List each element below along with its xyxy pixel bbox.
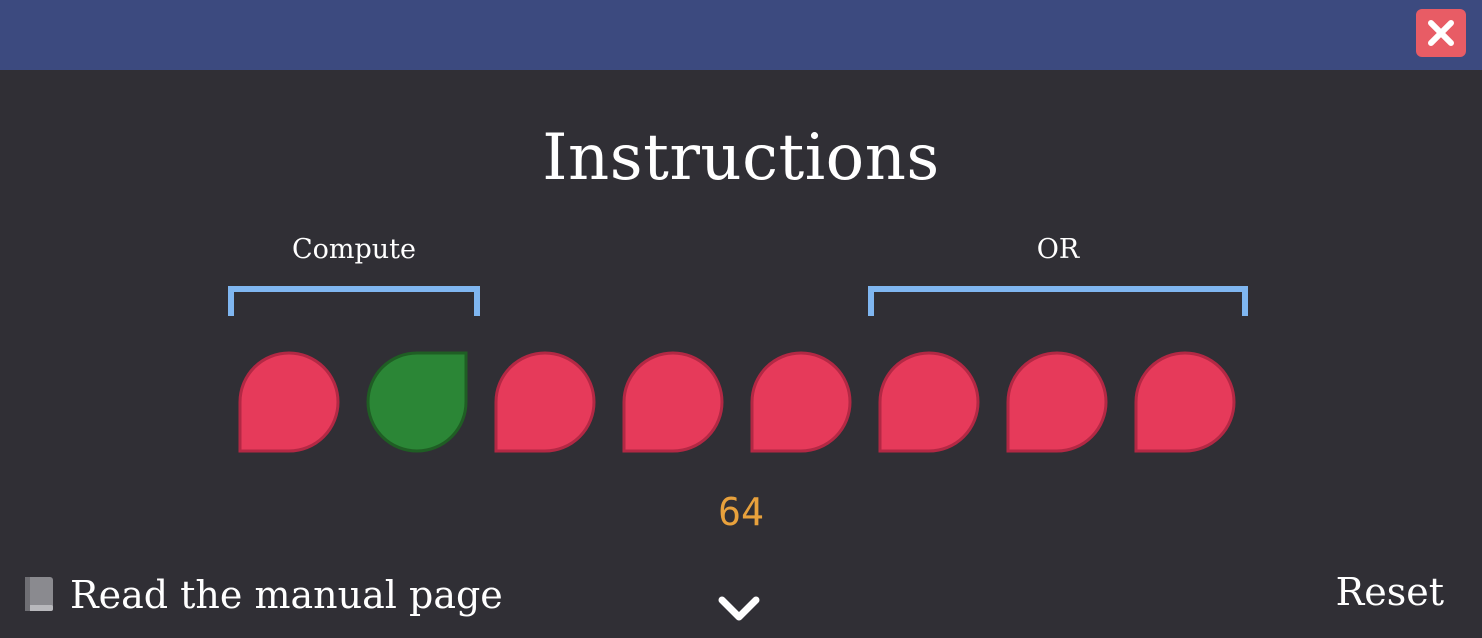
- bracket-label-compute: Compute: [291, 234, 417, 265]
- bit-toggle-0[interactable]: [238, 351, 340, 453]
- bit-toggle-7[interactable]: [1134, 351, 1236, 453]
- book-icon: [25, 577, 53, 611]
- chevron-down-icon[interactable]: [716, 594, 762, 624]
- manual-link[interactable]: Read the manual page: [22, 570, 503, 620]
- page-title: Instructions: [542, 121, 940, 195]
- value-display: 64: [718, 490, 764, 534]
- bit-toggle-5[interactable]: [878, 351, 980, 453]
- reset-button[interactable]: Reset: [1336, 568, 1444, 616]
- bit-toggles: [238, 351, 1236, 453]
- bit-toggle-1[interactable]: [366, 351, 468, 453]
- compute-bracket: [228, 286, 480, 316]
- or-bracket: [868, 286, 1248, 316]
- close-button[interactable]: [1416, 9, 1466, 57]
- close-icon: [1428, 20, 1454, 46]
- bracket-label-or: OR: [1036, 234, 1080, 265]
- title-bar: [0, 0, 1482, 70]
- bit-toggle-2[interactable]: [494, 351, 596, 453]
- bit-toggle-4[interactable]: [750, 351, 852, 453]
- manual-link-label: Read the manual page: [70, 573, 503, 617]
- bit-toggle-6[interactable]: [1006, 351, 1108, 453]
- bit-toggle-3[interactable]: [622, 351, 724, 453]
